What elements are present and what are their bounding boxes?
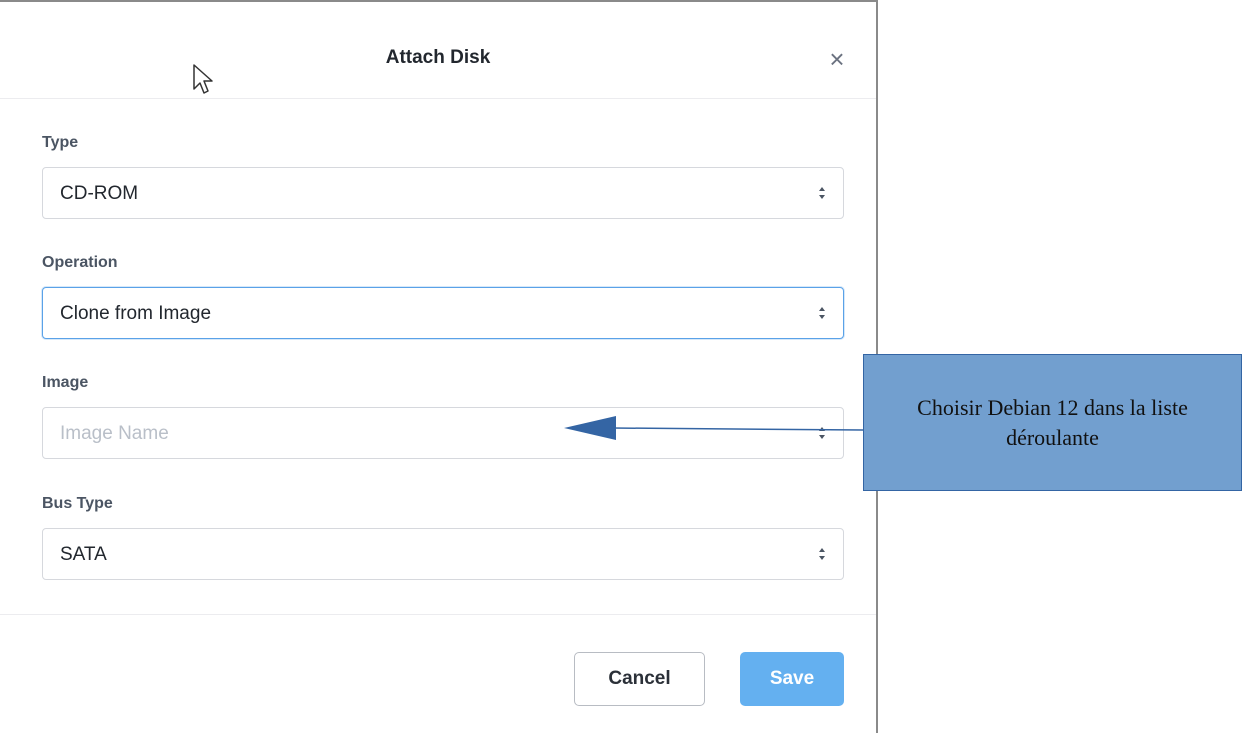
screenshot-stage: Attach Disk × Type CD-ROM Operation Clon… — [0, 0, 1243, 733]
footer-divider — [0, 614, 876, 615]
image-select-placeholder: Image Name — [60, 423, 169, 444]
annotation-text: Choisir Debian 12 dans la liste déroulan… — [917, 394, 1188, 450]
save-button[interactable]: Save — [740, 652, 844, 706]
type-select[interactable]: CD-ROM — [42, 167, 844, 219]
select-arrows-icon — [819, 187, 825, 199]
operation-label: Operation — [42, 254, 118, 271]
type-select-value: CD-ROM — [60, 183, 139, 204]
cancel-button[interactable]: Cancel — [574, 652, 705, 706]
operation-select[interactable]: Clone from Image — [42, 287, 844, 339]
select-arrows-icon — [819, 307, 825, 319]
bus-type-select-value: SATA — [60, 544, 107, 565]
image-select[interactable]: Image Name — [42, 407, 844, 459]
select-arrows-icon — [819, 427, 825, 439]
dialog-header: Attach Disk × — [0, 2, 876, 99]
annotation-callout: Choisir Debian 12 dans la liste déroulan… — [863, 354, 1242, 491]
mouse-cursor-icon — [193, 64, 213, 94]
bus-type-label: Bus Type — [42, 495, 113, 512]
image-label: Image — [42, 374, 89, 391]
close-icon[interactable]: × — [822, 44, 852, 74]
bus-type-select[interactable]: SATA — [42, 528, 844, 580]
operation-select-value: Clone from Image — [60, 303, 212, 324]
dialog-title: Attach Disk — [385, 47, 491, 68]
select-arrows-icon — [819, 548, 825, 560]
type-label: Type — [42, 134, 79, 151]
attach-disk-dialog: Attach Disk × Type CD-ROM Operation Clon… — [0, 0, 878, 733]
